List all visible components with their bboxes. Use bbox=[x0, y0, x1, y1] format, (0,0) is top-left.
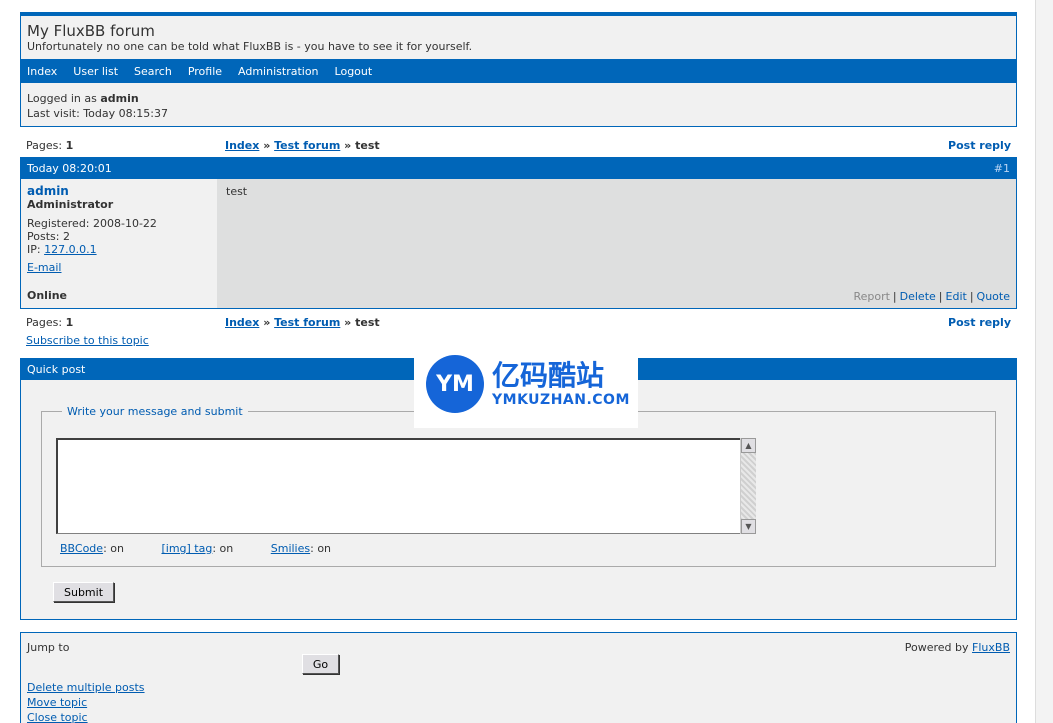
pages-label: Pages: bbox=[26, 315, 66, 329]
welcome-info: Logged in as admin Last visit: Today 08:… bbox=[21, 83, 1016, 129]
crumb-separator: » bbox=[340, 315, 356, 329]
pagination: Pages: 1 bbox=[26, 316, 225, 329]
crumb-test-forum[interactable]: Test forum bbox=[274, 139, 340, 152]
main-menu: Index User list Search Profile Administr… bbox=[21, 59, 1016, 83]
smilies-on: : on bbox=[310, 542, 332, 555]
post-header: Today 08:20:01 #1 bbox=[21, 158, 1016, 179]
scrollbar-track[interactable]: ▲ ▼ bbox=[740, 438, 756, 534]
textarea-scrollbar[interactable]: ▲ ▼ bbox=[740, 438, 756, 534]
author-title: Administrator bbox=[27, 198, 114, 211]
crumb-index[interactable]: Index bbox=[225, 316, 259, 329]
breadcrumb: Index » Test forum » test bbox=[225, 139, 948, 152]
author-email-link[interactable]: E-mail bbox=[27, 261, 62, 274]
post-actions: Report | Delete | Edit | Quote bbox=[853, 290, 1010, 303]
pagination: Pages: 1 bbox=[26, 139, 225, 152]
post-message-area: test Report | Delete | Edit | Quote bbox=[217, 179, 1016, 308]
post-body: admin Administrator Registered: 2008-10-… bbox=[21, 179, 1016, 308]
menu-administration[interactable]: Administration bbox=[238, 65, 319, 78]
post-author[interactable]: admin bbox=[27, 185, 211, 198]
ip-label: IP: bbox=[27, 243, 45, 256]
author-posts: Posts: 2 bbox=[27, 230, 70, 243]
submit-button[interactable]: Submit bbox=[53, 582, 114, 602]
watermark-en: YMKUZHAN.COM bbox=[492, 392, 630, 408]
page-number: 1 bbox=[65, 315, 74, 329]
page-number: 1 bbox=[65, 138, 74, 152]
watermark-overlay: YM 亿码酷站 YMKUZHAN.COM bbox=[414, 340, 638, 428]
logged-in-label: Logged in as bbox=[27, 92, 101, 105]
author-ip-link[interactable]: 127.0.0.1 bbox=[44, 243, 96, 256]
author-registered: Registered: 2008-10-22 bbox=[27, 217, 157, 230]
crumb-topic: test bbox=[355, 315, 380, 329]
post-author-info: admin Administrator Registered: 2008-10-… bbox=[21, 179, 217, 308]
jump-to-label: Jump to bbox=[27, 641, 70, 654]
img-tag-on: : on bbox=[212, 542, 234, 555]
post-reply-link[interactable]: Post reply bbox=[948, 139, 1011, 152]
menu-user-list[interactable]: User list bbox=[73, 65, 118, 78]
pages-label: Pages: bbox=[26, 138, 66, 152]
breadcrumb: Index » Test forum » test bbox=[225, 316, 948, 329]
smilies-status: Smilies: on bbox=[271, 542, 331, 555]
bbcode-info: BBCode: on [img] tag: on Smilies: on bbox=[60, 542, 365, 555]
subscribe-link[interactable]: Subscribe to this topic bbox=[26, 334, 149, 347]
quick-post-fieldset: Write your message and submit ▲ ▼ BBCode… bbox=[41, 405, 996, 567]
menu-search[interactable]: Search bbox=[134, 65, 172, 78]
smilies-link[interactable]: Smilies bbox=[271, 542, 310, 555]
powered-by: Powered by FluxBB bbox=[905, 641, 1010, 654]
moderator-links: Delete multiple posts Move topic Close t… bbox=[27, 680, 145, 723]
board-footer: Jump to Go Powered by FluxBB Delete mult… bbox=[20, 632, 1017, 723]
post-time[interactable]: Today 08:20:01 bbox=[27, 162, 112, 175]
board-title-area: My FluxBB forum Unfortunately no one can… bbox=[21, 16, 1016, 59]
menu-logout[interactable]: Logout bbox=[335, 65, 373, 78]
watermark-logo-icon: YM bbox=[426, 355, 484, 413]
page-scrollbar[interactable] bbox=[1035, 0, 1053, 723]
post-reply-link[interactable]: Post reply bbox=[948, 316, 1011, 329]
move-topic-link[interactable]: Move topic bbox=[27, 696, 87, 709]
img-tag-status: [img] tag: on bbox=[161, 542, 233, 555]
action-separator: | bbox=[969, 290, 974, 303]
post-number[interactable]: #1 bbox=[994, 162, 1010, 175]
crumb-separator: » bbox=[259, 315, 275, 329]
edit-link[interactable]: Edit bbox=[946, 290, 967, 303]
powered-by-label: Powered by bbox=[904, 641, 973, 654]
message-textarea[interactable] bbox=[56, 438, 756, 534]
bottom-link-row: Pages: 1 Index » Test forum » test Post … bbox=[20, 312, 1017, 332]
author-ip-line: IP: 127.0.0.1 bbox=[27, 243, 211, 256]
top-link-row: Pages: 1 Index » Test forum » test Post … bbox=[20, 135, 1017, 155]
img-tag-link[interactable]: [img] tag bbox=[161, 542, 212, 555]
close-topic-link[interactable]: Close topic bbox=[27, 711, 88, 723]
author-contact: E-mail bbox=[27, 261, 211, 274]
watermark-cn: 亿码酷站 bbox=[492, 359, 605, 392]
crumb-separator: » bbox=[340, 138, 356, 152]
menu-index[interactable]: Index bbox=[27, 65, 57, 78]
post-message: test bbox=[226, 185, 248, 198]
bbcode-on: : on bbox=[103, 542, 124, 555]
action-separator: | bbox=[892, 290, 897, 303]
fluxbb-link[interactable]: FluxBB bbox=[972, 641, 1010, 654]
delete-link[interactable]: Delete bbox=[900, 290, 936, 303]
menu-profile[interactable]: Profile bbox=[188, 65, 222, 78]
bbcode-status: BBCode: on bbox=[60, 542, 124, 555]
watermark-text: 亿码酷站 YMKUZHAN.COM bbox=[492, 359, 630, 409]
quote-link[interactable]: Quote bbox=[977, 290, 1010, 303]
quick-post-legend: Write your message and submit bbox=[67, 405, 243, 418]
action-separator: | bbox=[938, 290, 943, 303]
crumb-topic: test bbox=[355, 138, 380, 152]
last-visit: Last visit: Today 08:15:37 bbox=[27, 107, 168, 120]
crumb-separator: » bbox=[259, 138, 275, 152]
delete-multiple-posts-link[interactable]: Delete multiple posts bbox=[27, 681, 145, 694]
board-header: My FluxBB forum Unfortunately no one can… bbox=[20, 12, 1017, 127]
logged-in-line: Logged in as admin bbox=[27, 91, 1010, 106]
logged-in-username: admin bbox=[100, 92, 139, 105]
crumb-test-forum[interactable]: Test forum bbox=[274, 316, 340, 329]
board-description: Unfortunately no one can be told what Fl… bbox=[27, 40, 473, 53]
crumb-index[interactable]: Index bbox=[225, 139, 259, 152]
report-link[interactable]: Report bbox=[853, 290, 889, 303]
scroll-down-icon[interactable]: ▼ bbox=[741, 519, 756, 534]
author-online-status: Online bbox=[27, 289, 68, 302]
board-title: My FluxBB forum bbox=[27, 22, 155, 40]
bbcode-link[interactable]: BBCode bbox=[60, 542, 103, 555]
scroll-up-icon[interactable]: ▲ bbox=[741, 438, 756, 453]
go-button[interactable]: Go bbox=[302, 654, 339, 674]
post-block: Today 08:20:01 #1 admin Administrator Re… bbox=[20, 157, 1017, 309]
